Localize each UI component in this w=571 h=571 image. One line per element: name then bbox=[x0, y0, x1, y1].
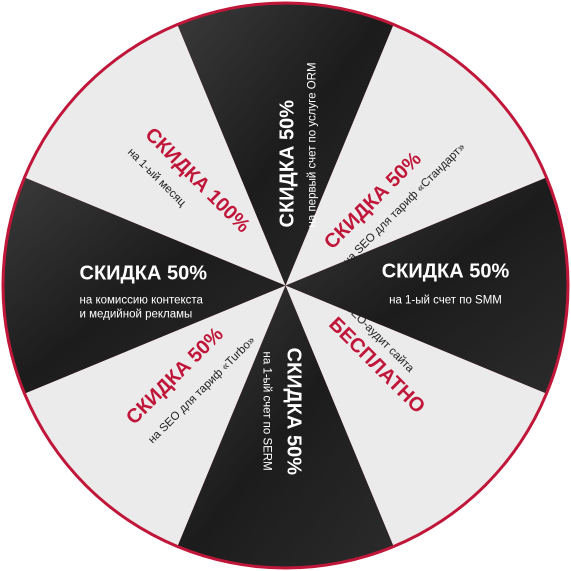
sector-subtitle: на 1-ый счет по SMM bbox=[389, 295, 502, 307]
sector-title: СКИДКА 50% bbox=[382, 261, 510, 283]
sector-title: СКИДКА 50% bbox=[80, 263, 208, 285]
sector-title: СКИДКА 50% bbox=[277, 100, 299, 228]
sector-subtitle: на 1-ый счет по SERM bbox=[261, 352, 273, 471]
wheel-sectors bbox=[4, 4, 567, 567]
sector-subtitle: на комиссию контекста bbox=[80, 295, 204, 307]
sector-title: СКИДКА 50% bbox=[283, 348, 305, 476]
sector-subtitle: и медийной рекламы bbox=[80, 309, 193, 321]
prize-wheel: СКИДКА 50%на 1-ый счет по SMMБЕСПЛАТНОSE… bbox=[1, 1, 570, 570]
sector-subtitle: на первый счет по услуге ORM bbox=[307, 62, 319, 227]
